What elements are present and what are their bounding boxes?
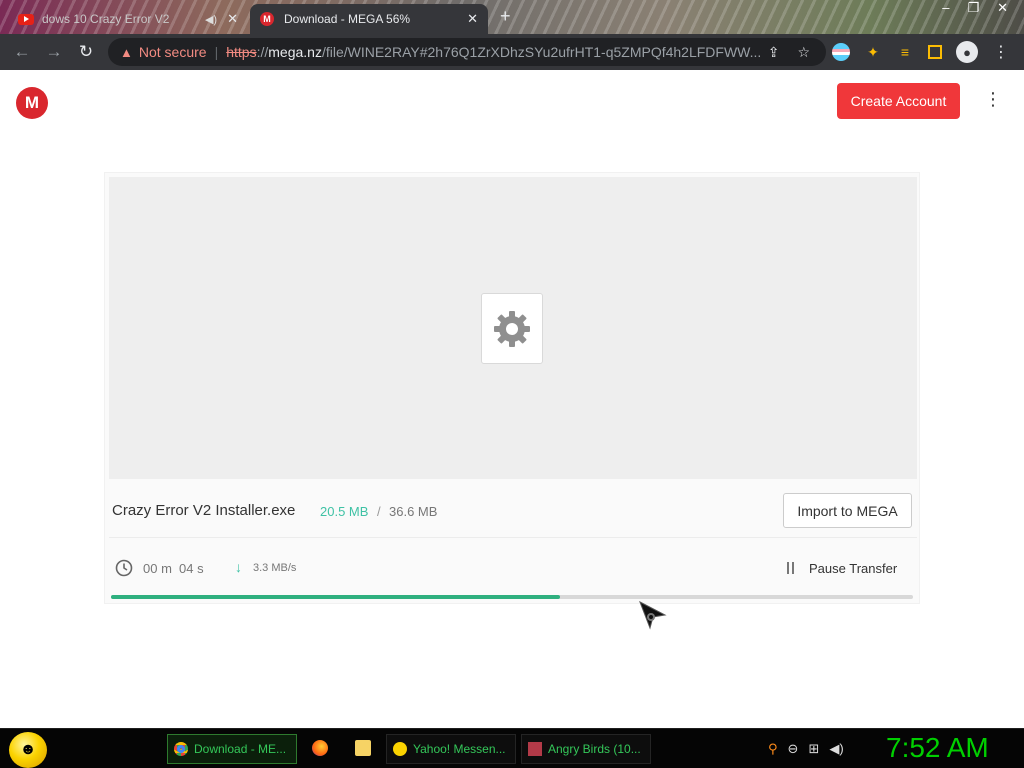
search-icon[interactable]: ⚲ (768, 741, 778, 757)
download-arrow-icon: ↓ (235, 559, 242, 575)
start-button[interactable]: ☻ (9, 732, 47, 768)
url-path: /file/WINE2RAY#2h76Q1ZrXDhzSYu2ufrHT1-q5… (321, 44, 762, 60)
download-progress-fill (111, 595, 561, 599)
download-card: Crazy Error V2 Installer.exe 20.5 MB / 3… (104, 172, 920, 604)
import-to-mega-button[interactable]: Import to MEGA (783, 493, 912, 528)
divider (109, 537, 917, 538)
youtube-icon (18, 13, 34, 25)
restore-icon[interactable]: ❐ (967, 0, 979, 16)
taskbar-item-angry-birds[interactable]: Angry Birds (10... (521, 734, 651, 764)
url-scheme: https (226, 44, 257, 60)
profile-avatar-icon[interactable]: ● (956, 41, 978, 63)
downloaded-size: 20.5 MB (320, 504, 369, 519)
close-icon[interactable]: ✕ (467, 11, 478, 27)
network-icon[interactable]: ⊞ (808, 741, 819, 757)
window-controls: – ❐ ✕ (942, 0, 1008, 16)
angry-birds-icon (528, 742, 542, 756)
file-preview (109, 177, 917, 479)
security-label[interactable]: Not secure (139, 44, 207, 60)
new-tab-button[interactable]: + (500, 6, 511, 27)
address-bar[interactable]: ▲ Not secure | https :// mega.nz /file/W… (108, 38, 826, 66)
taskbar-item-label: Yahoo! Messen... (413, 742, 506, 756)
star-icon[interactable]: ☆ (797, 44, 810, 61)
back-arrow-icon[interactable]: ← (6, 42, 38, 62)
page-menu-icon[interactable]: ⋮ (984, 90, 1002, 108)
tab-title: dows 10 Crazy Error V2 (42, 12, 170, 26)
taskbar-item-chrome[interactable]: Download - ME... (167, 734, 297, 764)
volume-icon[interactable]: ◀) (829, 741, 843, 757)
transfer-speed: 3.3 MB/s (253, 562, 297, 574)
folder-icon[interactable] (355, 740, 371, 756)
clock-icon (115, 559, 133, 577)
taskbar-item-label: Angry Birds (10... (548, 742, 641, 756)
pause-transfer-button[interactable]: Pause Transfer (809, 561, 897, 576)
mega-page: M Create Account ⋮ Crazy Error V2 Instal… (0, 70, 1024, 728)
tab-title: Download - MEGA 56% (284, 12, 411, 26)
close-icon[interactable]: ✕ (227, 11, 238, 27)
download-progress-bar (111, 595, 913, 599)
chrome-icon (174, 742, 188, 756)
gear-icon (494, 310, 530, 347)
flag-extension-icon[interactable] (832, 43, 850, 61)
warning-icon[interactable]: ▲ (120, 45, 133, 60)
puzzle-icon[interactable]: ✦ (864, 43, 882, 61)
divider: | (214, 44, 219, 60)
tab-mega-download[interactable]: M Download - MEGA 56% ✕ (250, 4, 488, 34)
system-tray: ⚲ ⊖ ⊞ ◀) (768, 741, 844, 757)
pause-icon[interactable] (787, 562, 797, 574)
browser-toolbar: ← → ↻ ▲ Not secure | https :// mega.nz /… (0, 34, 1024, 70)
reload-icon[interactable]: ↻ (70, 42, 102, 62)
forward-arrow-icon[interactable]: → (38, 42, 70, 62)
size-separator: / (377, 504, 381, 519)
yahoo-messenger-icon (393, 742, 407, 756)
browser-menu-icon[interactable]: ⋮ (992, 43, 1010, 61)
mega-logo[interactable]: M (16, 87, 48, 119)
firefox-icon[interactable] (312, 740, 328, 756)
minus-circle-icon[interactable]: ⊖ (788, 741, 799, 757)
taskbar: ☻ Download - ME... Yahoo! Messen... Angr… (0, 728, 1024, 768)
system-clock[interactable]: 7:52 AM (886, 732, 989, 764)
total-size: 36.6 MB (389, 504, 438, 519)
speaker-icon[interactable]: ◀) (205, 13, 217, 26)
extension-tray: ✦ ≡ ● ⋮ (832, 41, 1010, 63)
taskbar-item-yahoo-messenger[interactable]: Yahoo! Messen... (386, 734, 516, 764)
time-remaining-seconds: 04 s (179, 561, 204, 576)
taskbar-item-label: Download - ME... (194, 742, 287, 756)
tab-youtube[interactable]: dows 10 Crazy Error V2 ◀) ✕ (8, 4, 248, 34)
file-type-thumbnail (481, 293, 543, 364)
close-window-icon[interactable]: ✕ (997, 0, 1008, 16)
browser-tab-strip: dows 10 Crazy Error V2 ◀) ✕ M Download -… (0, 0, 1024, 34)
side-panel-icon[interactable] (928, 45, 942, 59)
create-account-button[interactable]: Create Account (837, 83, 960, 119)
url-scheme-separator: :// (256, 44, 269, 60)
mega-icon: M (260, 12, 274, 26)
share-icon[interactable]: ⇪ (768, 44, 780, 61)
smiley-icon: ☻ (19, 741, 37, 758)
minimize-icon[interactable]: – (942, 0, 949, 16)
playlist-icon[interactable]: ≡ (896, 43, 914, 61)
url-host: mega.nz (268, 44, 322, 60)
mouse-cursor-icon (639, 600, 667, 630)
time-remaining-minutes: 00 m (143, 561, 172, 576)
file-name: Crazy Error V2 Installer.exe (112, 502, 296, 519)
